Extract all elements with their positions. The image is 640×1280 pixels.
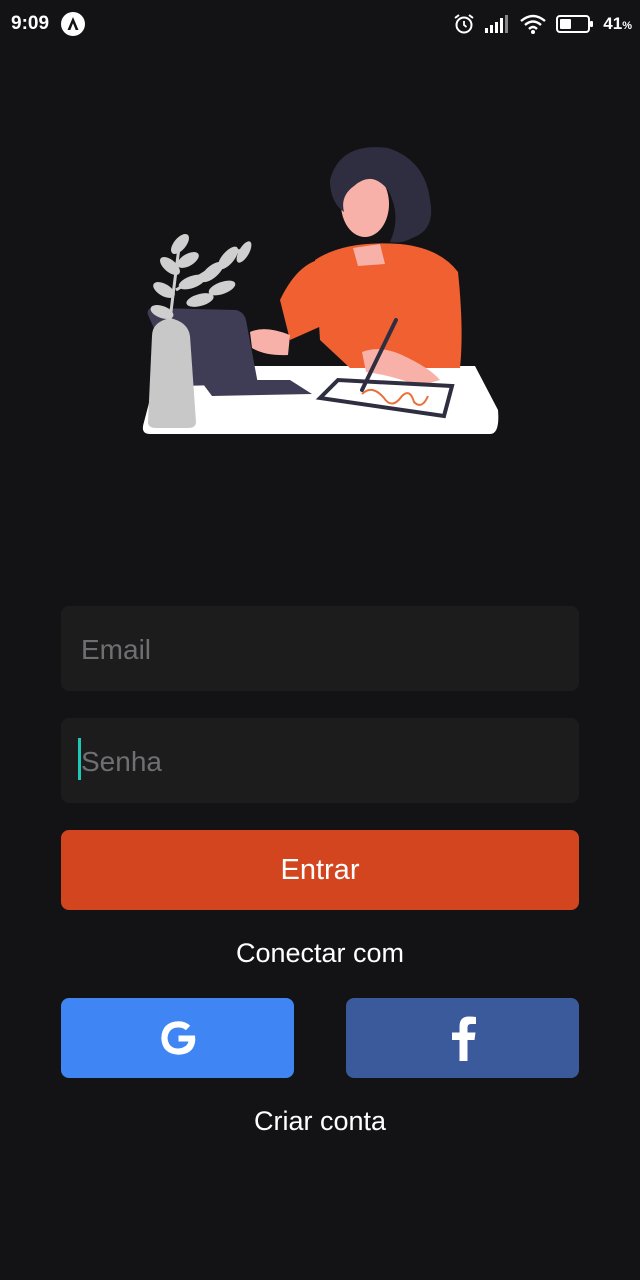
wifi-icon: [520, 14, 547, 34]
google-login-button[interactable]: [61, 998, 294, 1078]
create-account-link[interactable]: Criar conta: [0, 1106, 640, 1137]
status-icons: 41%: [453, 12, 632, 36]
email-field-container: [61, 606, 579, 693]
facebook-login-button[interactable]: [346, 998, 579, 1078]
status-time: 9:09: [11, 13, 50, 34]
signal-icon: [485, 15, 509, 33]
email-field[interactable]: [79, 606, 563, 693]
battery-icon: [556, 15, 594, 33]
google-icon: [160, 1021, 195, 1055]
password-field-container: [61, 718, 579, 805]
login-button[interactable]: Entrar: [61, 830, 579, 910]
alarm-icon: [454, 14, 474, 34]
text-cursor: [78, 738, 81, 780]
app-notification-icon: [61, 12, 85, 36]
connect-with-label: Conectar com: [235, 938, 405, 968]
login-illustration: [142, 147, 499, 434]
battery-fill: [560, 19, 572, 29]
facebook-icon: [451, 1016, 476, 1061]
status-bar: 9:09 41%: [0, 0, 640, 48]
password-field[interactable]: [79, 718, 563, 805]
battery-percent: 41%: [603, 14, 632, 33]
